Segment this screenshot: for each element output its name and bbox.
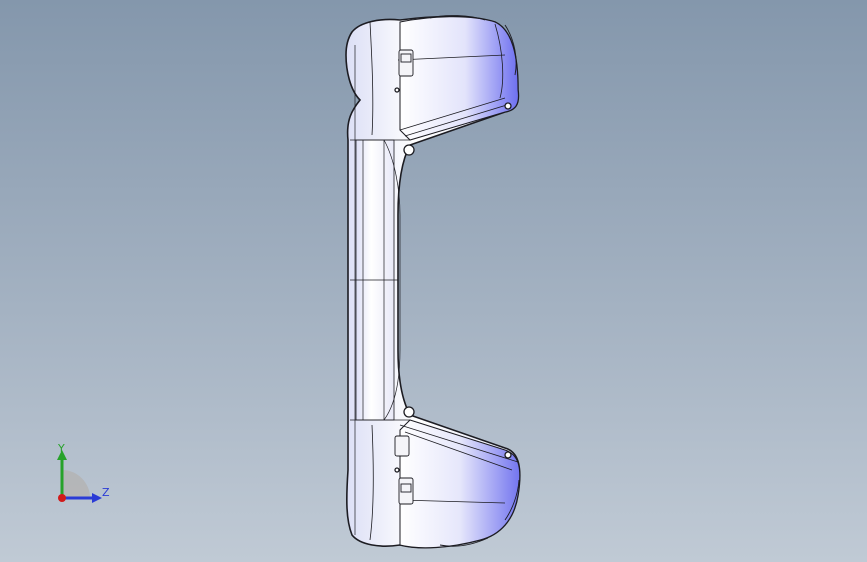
- triad-z-label: Z: [102, 486, 110, 499]
- triad-y-label: Y: [58, 442, 65, 455]
- screw-bosses: [394, 87, 512, 473]
- screw-boss-lower: [403, 406, 415, 418]
- triad-quarter-disc: [62, 470, 90, 498]
- bottom-wing-surface: [399, 419, 521, 549]
- screw-boss-upper: [403, 144, 415, 156]
- screw-boss-bottom-right: [504, 451, 512, 459]
- top-wing-surface: [399, 16, 519, 141]
- triad-x-axis-dot: [58, 494, 66, 502]
- cad-graphics-viewport[interactable]: Y Z: [0, 0, 867, 562]
- cad-part-model[interactable]: [0, 0, 867, 562]
- clip-bottom-a: [394, 435, 410, 457]
- screw-boss-top-right: [504, 102, 512, 110]
